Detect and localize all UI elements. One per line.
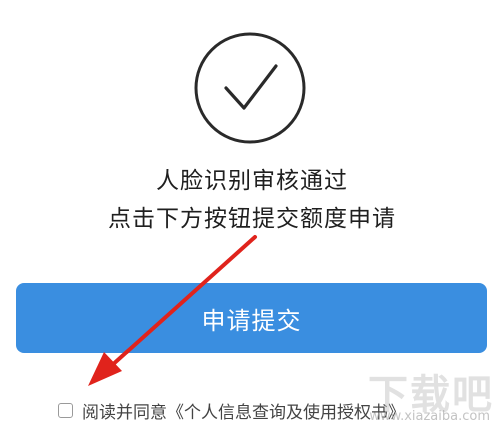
check-circle-icon xyxy=(192,30,308,146)
agreement-prefix-text: 阅读并同意 xyxy=(82,402,167,423)
agreement-checkbox[interactable] xyxy=(58,402,73,418)
submit-instruction-text: 点击下方按钮提交额度申请 xyxy=(108,206,396,232)
agreement-row: 阅读并同意 《个人信息查询及使用授权书》 xyxy=(58,397,405,423)
authorization-document-link[interactable]: 《个人信息查询及使用授权书》 xyxy=(167,398,405,423)
verification-passed-text: 人脸识别审核通过 xyxy=(156,168,348,194)
submit-button-label: 申请提交 xyxy=(201,306,302,335)
face-verification-result-page: 人脸识别审核通过 点击下方按钮提交额度申请 申请提交 阅读并同意 《个人信息查询… xyxy=(0,0,504,430)
submit-application-button[interactable]: 申请提交 xyxy=(16,283,487,353)
